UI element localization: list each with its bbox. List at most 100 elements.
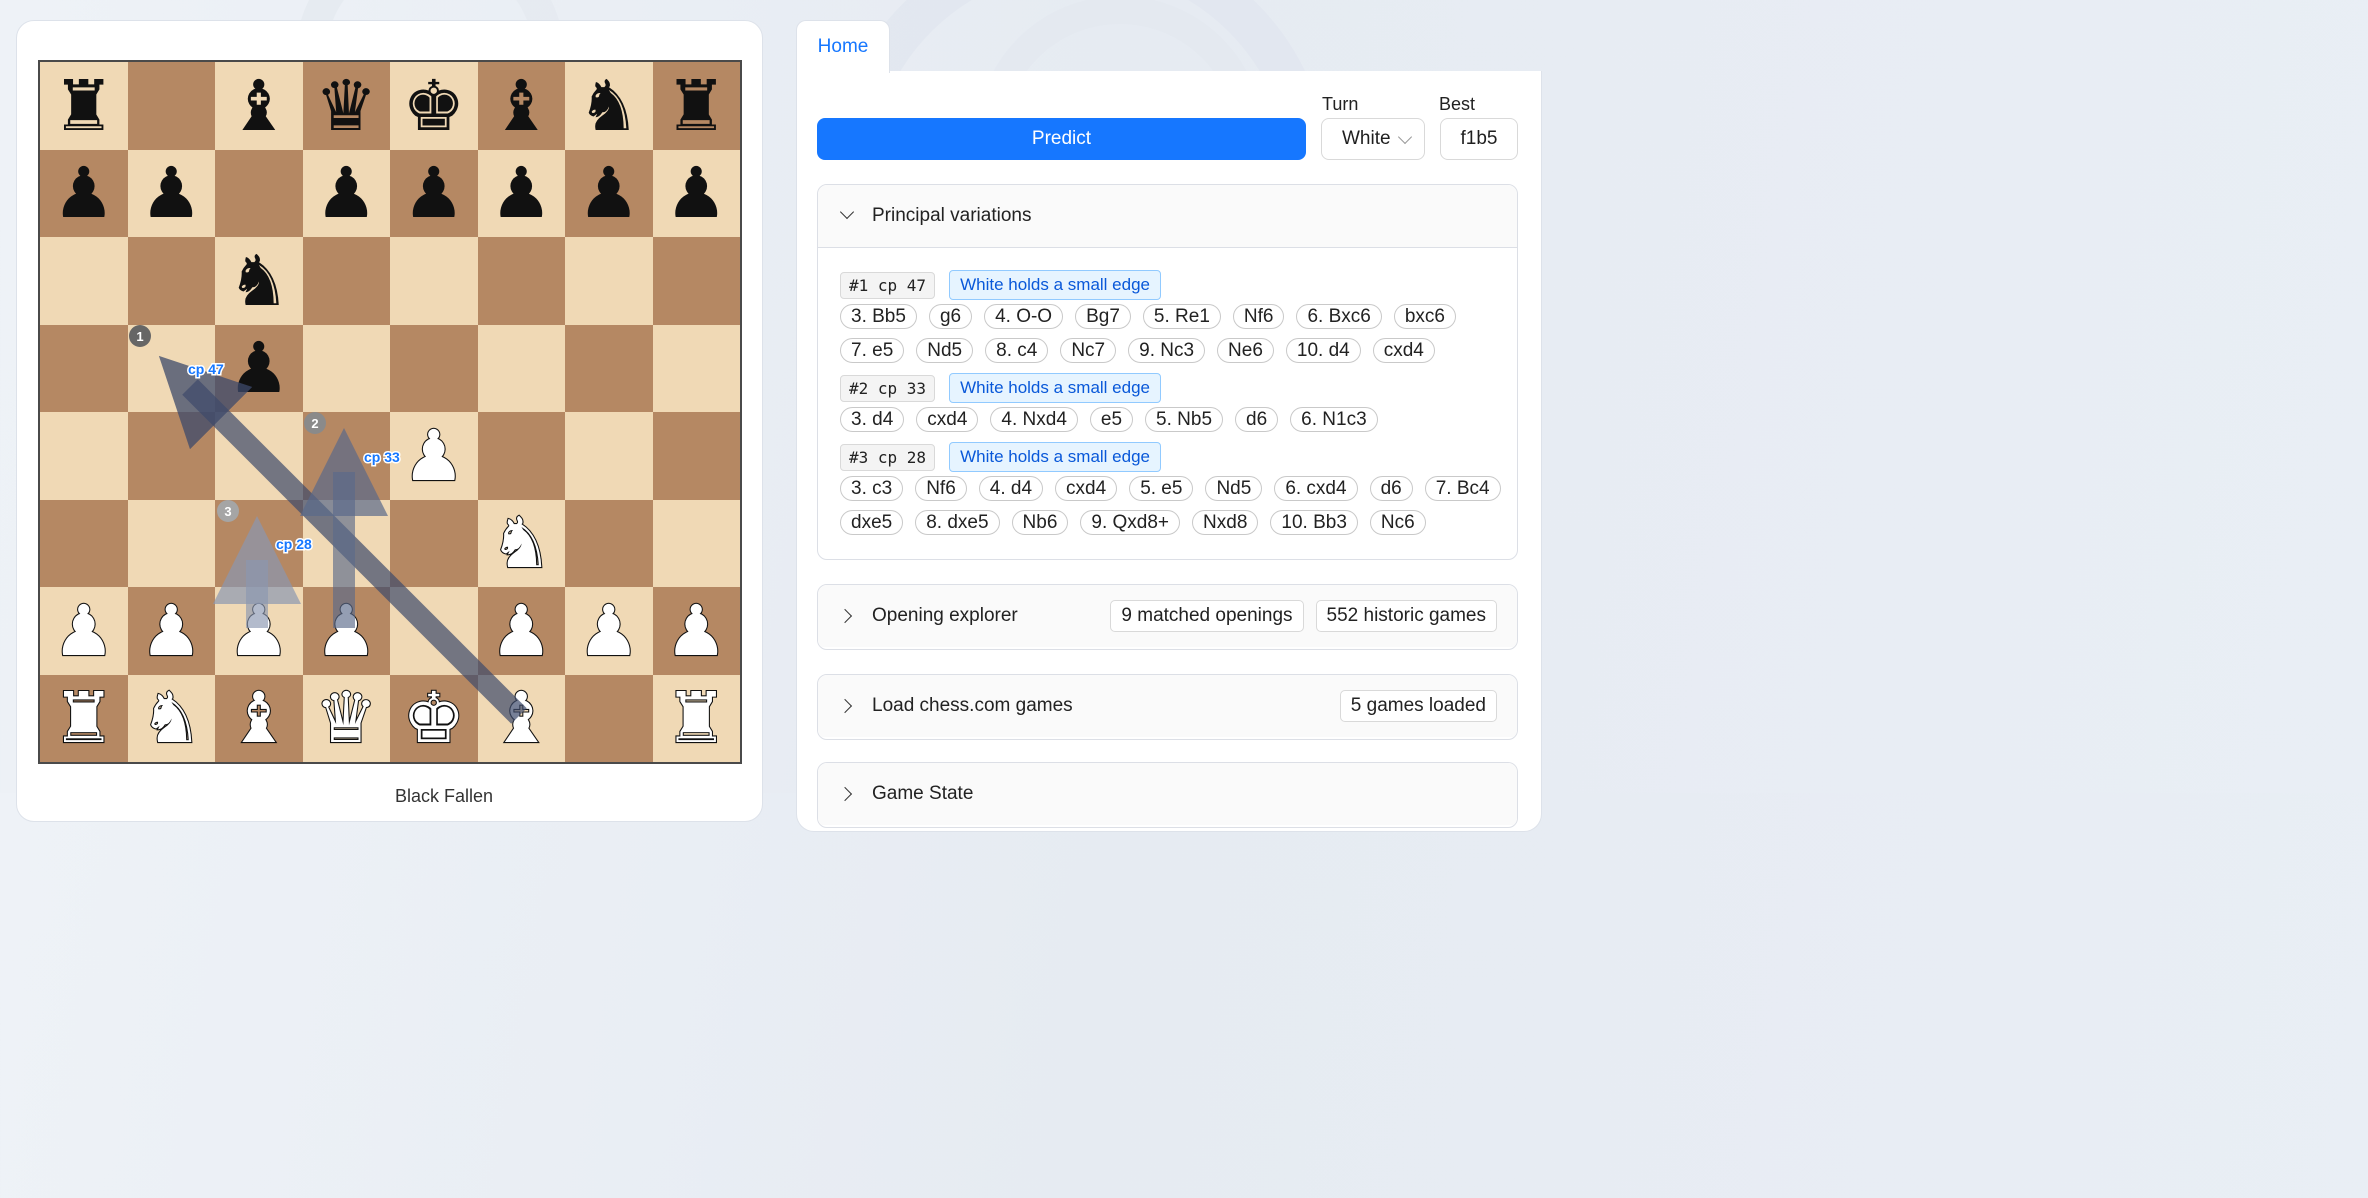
black-king-icon[interactable]: ♚ [402, 71, 465, 141]
square-h3[interactable] [652, 499, 740, 587]
black-rook-icon[interactable]: ♜ [665, 71, 728, 141]
square-d4[interactable] [302, 412, 390, 500]
pv-move-chip[interactable]: 10. d4 [1285, 338, 1361, 363]
pv-move-chip[interactable]: cxd4 [1372, 338, 1435, 363]
pv-move-chip[interactable]: d6 [1235, 407, 1279, 432]
white-knight-icon[interactable]: ♞ [139, 682, 204, 754]
square-c6[interactable]: ♞ [215, 237, 303, 325]
square-c7[interactable] [215, 149, 303, 237]
black-knight-icon[interactable]: ♞ [577, 71, 640, 141]
square-e3[interactable] [390, 499, 478, 587]
square-g3[interactable] [565, 499, 653, 587]
black-pawn-icon[interactable]: ♟ [140, 158, 203, 228]
pv-move-chip[interactable]: 7. e5 [840, 338, 905, 363]
pv-move-chip[interactable]: cxd4 [1055, 476, 1118, 501]
square-f2[interactable]: ♟ [477, 587, 565, 675]
square-c3[interactable] [215, 499, 303, 587]
white-pawn-icon[interactable]: ♟ [401, 420, 466, 492]
square-e6[interactable] [390, 237, 478, 325]
square-a8[interactable]: ♜ [40, 62, 128, 150]
square-b1[interactable]: ♞ [127, 674, 215, 762]
predict-button[interactable]: Predict [817, 118, 1306, 160]
square-f8[interactable]: ♝ [477, 62, 565, 150]
square-d3[interactable] [302, 499, 390, 587]
square-b2[interactable]: ♟ [127, 587, 215, 675]
pv-move-chip[interactable]: 10. Bb3 [1270, 510, 1358, 535]
square-e5[interactable] [390, 324, 478, 412]
game-state-header[interactable]: Game State [818, 763, 1517, 825]
square-d8[interactable]: ♛ [302, 62, 390, 150]
pv-move-chip[interactable]: 9. Nc3 [1128, 338, 1206, 363]
pv-move-chip[interactable]: 5. Re1 [1142, 304, 1221, 329]
square-h1[interactable]: ♜ [652, 674, 740, 762]
black-pawn-icon[interactable]: ♟ [402, 158, 465, 228]
tab-home[interactable]: Home [796, 20, 890, 73]
pv-move-chip[interactable]: 6. N1c3 [1290, 407, 1378, 432]
black-rook-icon[interactable]: ♜ [52, 71, 115, 141]
principal-variations-header[interactable]: Principal variations [818, 185, 1517, 247]
square-e4[interactable]: ♟ [390, 412, 478, 500]
square-a1[interactable]: ♜ [40, 674, 128, 762]
square-b8[interactable] [127, 62, 215, 150]
square-g4[interactable] [565, 412, 653, 500]
pv-move-chip[interactable]: Nd5 [916, 338, 974, 363]
square-g7[interactable]: ♟ [565, 149, 653, 237]
square-f5[interactable] [477, 324, 565, 412]
pv-move-chip[interactable]: Nf6 [915, 476, 967, 501]
white-king-icon[interactable]: ♚ [401, 682, 466, 754]
black-pawn-icon[interactable]: ♟ [490, 158, 553, 228]
square-f1[interactable]: ♝ [477, 674, 565, 762]
square-f3[interactable]: ♞ [477, 499, 565, 587]
black-bishop-icon[interactable]: ♝ [490, 71, 553, 141]
best-move-field[interactable]: f1b5 [1440, 118, 1518, 160]
square-h8[interactable]: ♜ [652, 62, 740, 150]
square-h7[interactable]: ♟ [652, 149, 740, 237]
square-a6[interactable] [40, 237, 128, 325]
square-e7[interactable]: ♟ [390, 149, 478, 237]
white-rook-icon[interactable]: ♜ [51, 682, 116, 754]
square-c5[interactable]: ♟ [215, 324, 303, 412]
square-b5[interactable] [127, 324, 215, 412]
white-knight-icon[interactable]: ♞ [489, 507, 554, 579]
square-d5[interactable] [302, 324, 390, 412]
square-f4[interactable] [477, 412, 565, 500]
black-pawn-icon[interactable]: ♟ [52, 158, 115, 228]
pv-move-chip[interactable]: 4. d4 [978, 476, 1044, 501]
pv-move-chip[interactable]: Nc7 [1060, 338, 1117, 363]
pv-move-chip[interactable]: 7. Bc4 [1424, 476, 1501, 501]
square-h5[interactable] [652, 324, 740, 412]
black-pawn-icon[interactable]: ♟ [227, 333, 290, 403]
square-g5[interactable] [565, 324, 653, 412]
black-knight-icon[interactable]: ♞ [227, 246, 290, 316]
opening-explorer-header[interactable]: Opening explorer 9 matched openings 552 … [818, 585, 1517, 647]
square-c2[interactable]: ♟ [215, 587, 303, 675]
square-f7[interactable]: ♟ [477, 149, 565, 237]
pv-move-chip[interactable]: Nxd8 [1192, 510, 1259, 535]
pv-move-chip[interactable]: cxd4 [916, 407, 979, 432]
square-e2[interactable] [390, 587, 478, 675]
pv-move-chip[interactable]: 5. e5 [1129, 476, 1194, 501]
pv-move-chip[interactable]: 8. dxe5 [915, 510, 1000, 535]
square-h4[interactable] [652, 412, 740, 500]
square-c8[interactable]: ♝ [215, 62, 303, 150]
pv-move-chip[interactable]: 4. O-O [984, 304, 1064, 329]
white-bishop-icon[interactable]: ♝ [489, 682, 554, 754]
white-rook-icon[interactable]: ♜ [664, 682, 729, 754]
square-d7[interactable]: ♟ [302, 149, 390, 237]
square-h6[interactable] [652, 237, 740, 325]
square-c4[interactable] [215, 412, 303, 500]
pv-move-chip[interactable]: 6. cxd4 [1274, 476, 1358, 501]
black-pawn-icon[interactable]: ♟ [665, 158, 728, 228]
square-g6[interactable] [565, 237, 653, 325]
square-b7[interactable]: ♟ [127, 149, 215, 237]
pv-move-chip[interactable]: bxc6 [1393, 304, 1456, 329]
square-h2[interactable]: ♟ [652, 587, 740, 675]
square-e8[interactable]: ♚ [390, 62, 478, 150]
pv-move-chip[interactable]: Nb6 [1011, 510, 1069, 535]
square-f6[interactable] [477, 237, 565, 325]
black-pawn-icon[interactable]: ♟ [577, 158, 640, 228]
square-b4[interactable] [127, 412, 215, 500]
black-queen-icon[interactable]: ♛ [315, 71, 378, 141]
square-e1[interactable]: ♚ [390, 674, 478, 762]
pv-move-chip[interactable]: 6. Bxc6 [1296, 304, 1382, 329]
